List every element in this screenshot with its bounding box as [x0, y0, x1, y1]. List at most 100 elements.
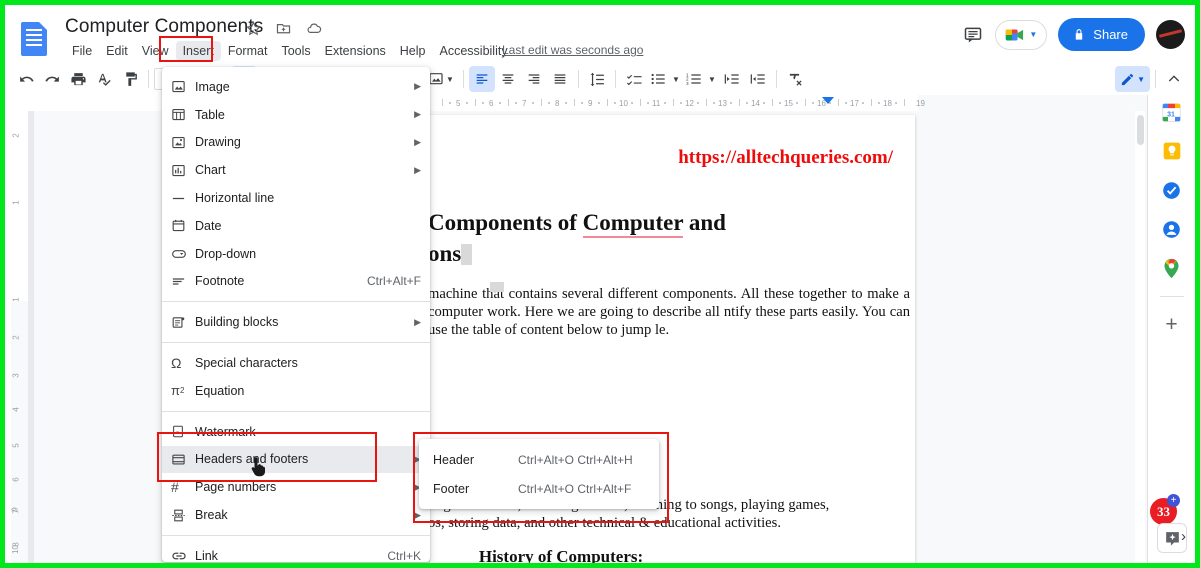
- google-keep-icon[interactable]: [1161, 140, 1183, 162]
- star-icon[interactable]: [245, 20, 262, 37]
- numbered-list-icon[interactable]: 123: [683, 66, 705, 92]
- menu-extensions[interactable]: Extensions: [318, 41, 393, 61]
- cloud-saved-icon[interactable]: [305, 20, 322, 37]
- google-meet-button[interactable]: ▼: [995, 19, 1048, 50]
- submenu-item-shortcut: Ctrl+Alt+O Ctrl+Alt+H: [518, 452, 633, 467]
- google-maps-icon[interactable]: [1161, 257, 1183, 279]
- decrease-indent-icon[interactable]: [719, 66, 745, 92]
- menu-item-page-numbers[interactable]: # Page numbers ▶: [162, 473, 430, 501]
- submenu-arrow-icon: ▶: [414, 509, 421, 520]
- top-bar: Computer Components File Edit View Inser…: [5, 5, 1195, 63]
- menu-item-special-characters[interactable]: Ω Special characters: [162, 349, 430, 377]
- submenu-arrow-icon: ▶: [414, 164, 421, 175]
- menu-insert[interactable]: Insert: [175, 41, 221, 61]
- headers-footers-submenu[interactable]: Header Ctrl+Alt+O Ctrl+Alt+H Footer Ctrl…: [419, 439, 659, 509]
- menu-edit[interactable]: Edit: [99, 41, 135, 61]
- chart-icon: [171, 163, 195, 178]
- menu-item-drop-down[interactable]: Drop-down: [162, 240, 430, 268]
- toolbar-divider: [776, 70, 777, 88]
- ruler-tick: 19: [916, 99, 925, 108]
- google-docs-logo-icon: [21, 22, 47, 56]
- bulleted-list-icon[interactable]: [647, 66, 669, 92]
- ruler-tick: 9: [588, 99, 593, 108]
- move-to-folder-icon[interactable]: [275, 20, 292, 37]
- checklist-icon[interactable]: [621, 66, 647, 92]
- ruler-tick: 11: [652, 99, 661, 108]
- last-edit-status[interactable]: Last edit was seconds ago: [502, 43, 643, 57]
- add-side-panel-app-button[interactable]: +: [1161, 313, 1183, 336]
- menu-item-building-blocks[interactable]: Building blocks ▶: [162, 308, 430, 336]
- share-button[interactable]: Share: [1058, 18, 1145, 51]
- menu-item-table[interactable]: Table ▶: [162, 101, 430, 129]
- editing-mode-button[interactable]: ▼: [1115, 66, 1150, 92]
- notification-badge[interactable]: 33 +: [1150, 494, 1180, 525]
- right-indent-marker[interactable]: [822, 97, 834, 104]
- menu-bar: File Edit View Insert Format Tools Exten…: [65, 41, 515, 61]
- menu-format[interactable]: Format: [221, 41, 275, 61]
- redo-icon[interactable]: [39, 66, 65, 92]
- insert-menu-popup[interactable]: Image ▶ Table ▶ Drawing ▶ Chart ▶ Horizo…: [162, 67, 430, 562]
- side-panel: 31 +: [1147, 95, 1195, 563]
- ruler-tick: 18: [883, 99, 892, 108]
- menu-view[interactable]: View: [135, 41, 176, 61]
- menu-item-drawing[interactable]: Drawing ▶: [162, 129, 430, 157]
- expand-panel-icon[interactable]: ›: [1181, 528, 1186, 545]
- lock-icon: [1076, 28, 1083, 40]
- menu-item-date[interactable]: Date: [162, 212, 430, 240]
- menu-item-equation[interactable]: π2 Equation: [162, 377, 430, 405]
- menu-divider: [162, 301, 430, 303]
- menu-item-break[interactable]: Break ▶: [162, 501, 430, 529]
- google-contacts-icon[interactable]: [1161, 218, 1183, 240]
- svg-text:31: 31: [1167, 111, 1175, 118]
- bulleted-list-dropdown-icon[interactable]: ▼: [669, 66, 683, 92]
- document-title[interactable]: Computer Components: [65, 16, 263, 38]
- document-scrollbar[interactable]: [1135, 111, 1145, 563]
- menu-item-chart[interactable]: Chart ▶: [162, 156, 430, 184]
- menu-divider: [162, 534, 430, 536]
- horizontal-line-icon: [171, 191, 195, 206]
- submenu-item-footer[interactable]: Footer Ctrl+Alt+O Ctrl+Alt+F: [419, 474, 659, 503]
- align-right-icon[interactable]: [521, 66, 547, 92]
- paint-format-icon[interactable]: [117, 66, 143, 92]
- google-tasks-icon[interactable]: [1161, 179, 1183, 201]
- menu-item-label: Drawing: [195, 135, 241, 150]
- menu-item-headers-and-footers[interactable]: Headers and footers ▶: [162, 445, 430, 474]
- heading-line-2: ons: [428, 241, 462, 266]
- menu-item-footnote[interactable]: Footnote Ctrl+Alt+F: [162, 268, 430, 296]
- spellcheck-icon[interactable]: [91, 66, 117, 92]
- align-center-icon[interactable]: [495, 66, 521, 92]
- numbered-list-dropdown-icon[interactable]: ▼: [705, 66, 719, 92]
- menu-item-link[interactable]: Link Ctrl+K: [162, 542, 430, 562]
- ruler-tick: 17: [850, 99, 859, 108]
- menu-item-image[interactable]: Image ▶: [162, 73, 430, 101]
- page-numbers-icon: #: [171, 479, 179, 496]
- menu-item-shortcut: Ctrl+K: [387, 548, 421, 562]
- hide-menus-icon[interactable]: [1161, 66, 1187, 92]
- avatar[interactable]: [1156, 20, 1185, 49]
- toolbar-divider: [1155, 70, 1156, 88]
- increase-indent-icon[interactable]: [745, 66, 771, 92]
- align-left-icon[interactable]: [469, 66, 495, 92]
- scrollbar-thumb[interactable]: [1137, 115, 1144, 145]
- undo-icon[interactable]: [13, 66, 39, 92]
- menu-tools[interactable]: Tools: [274, 41, 317, 61]
- google-calendar-icon[interactable]: 31: [1161, 101, 1183, 123]
- clear-formatting-icon[interactable]: [782, 66, 808, 92]
- paragraph-2-line-3: os, storing data, and other technical & …: [428, 515, 781, 532]
- menu-file[interactable]: File: [65, 41, 99, 61]
- align-justify-icon[interactable]: [547, 66, 573, 92]
- google-docs-window: Computer Components File Edit View Inser…: [5, 5, 1195, 563]
- menu-help[interactable]: Help: [393, 41, 433, 61]
- print-icon[interactable]: [65, 66, 91, 92]
- submenu-item-header[interactable]: Header Ctrl+Alt+O Ctrl+Alt+H: [419, 445, 659, 474]
- heading-part-2: and: [683, 210, 726, 235]
- ruler-tick: 8: [555, 99, 560, 108]
- comment-history-icon[interactable]: [962, 25, 984, 45]
- ruler-tick: 2: [11, 133, 21, 138]
- line-spacing-icon[interactable]: [584, 66, 610, 92]
- horizontal-ruler[interactable]: 5 6 7 8 9 10 11 12 13 14 15 16 17 18 19: [430, 95, 1170, 111]
- menu-item-horizontal-line[interactable]: Horizontal line: [162, 184, 430, 212]
- menu-item-watermark[interactable]: a Watermark: [162, 418, 430, 446]
- vertical-ruler[interactable]: 2 1 1 2 3 4 5 6 7 8 9 10: [11, 105, 28, 563]
- ruler-tick: 1: [11, 200, 21, 205]
